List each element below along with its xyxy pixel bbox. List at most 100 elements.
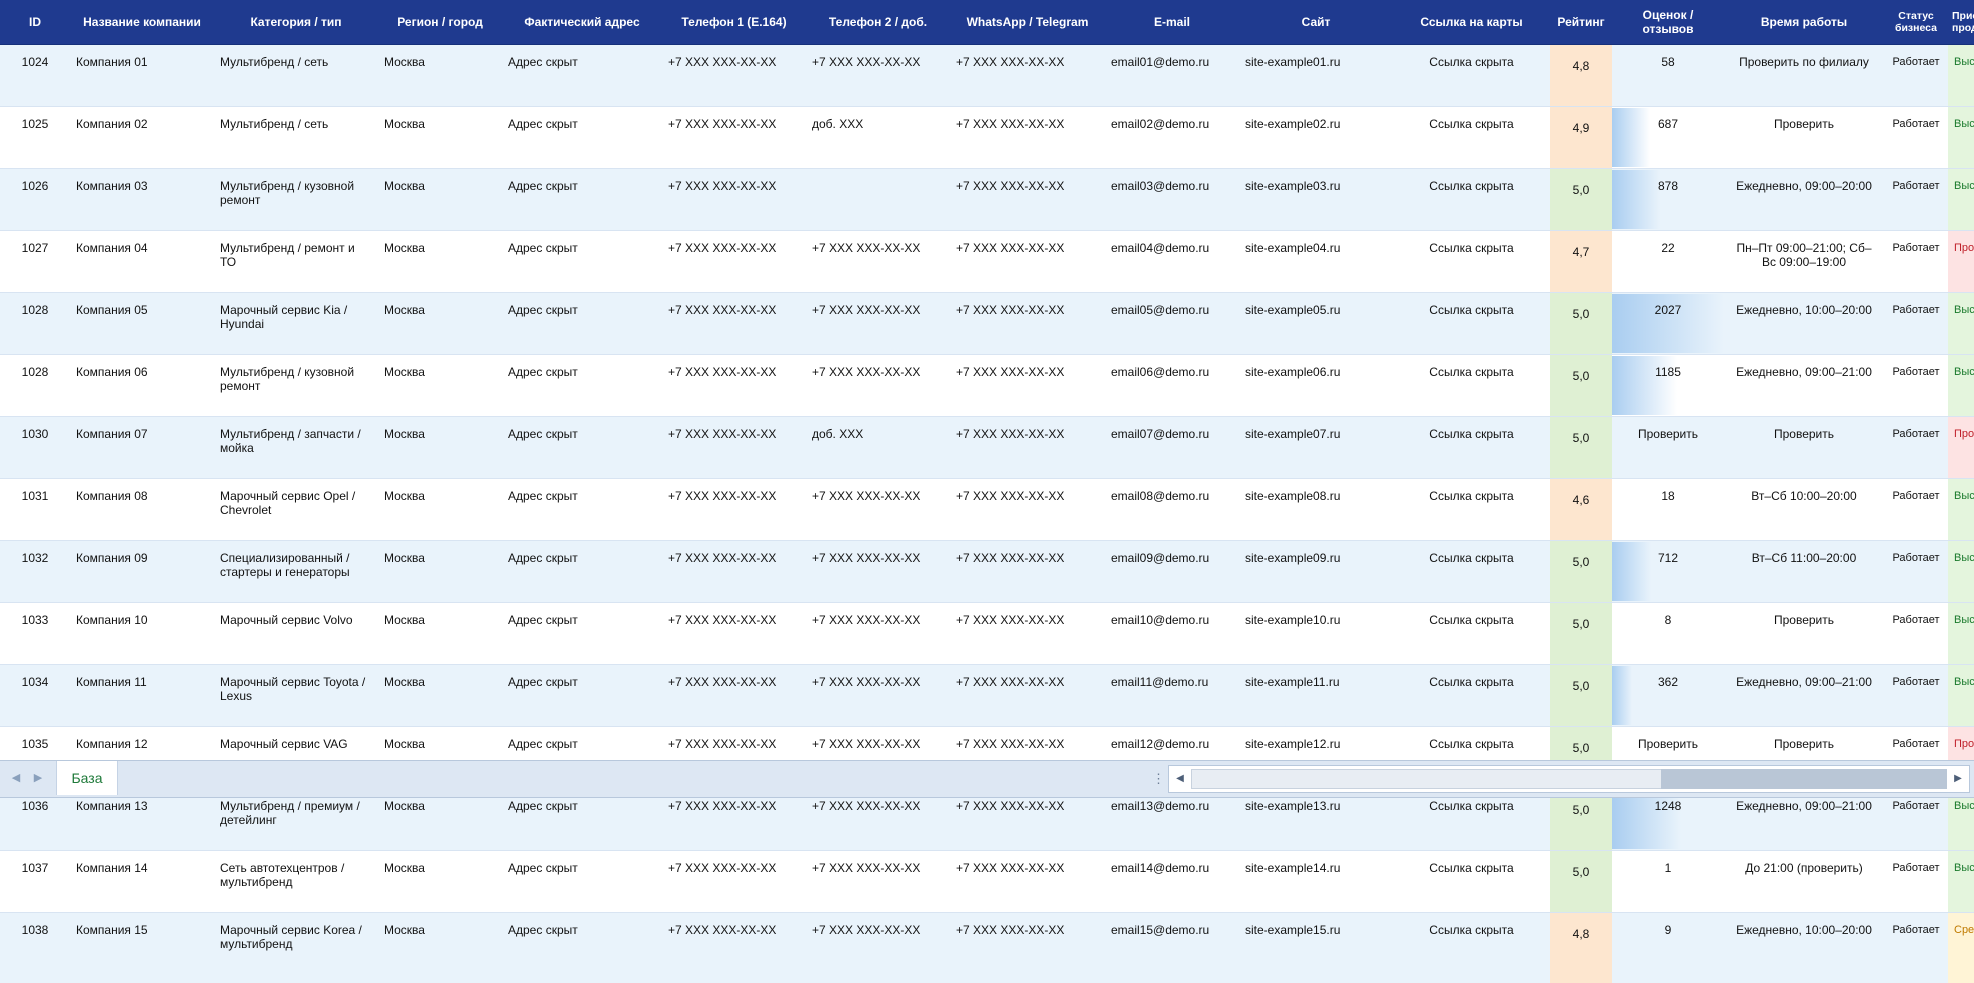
cell-priority[interactable]: Высокий: [1948, 603, 1974, 665]
table-row[interactable]: 1028Компания 05Марочный сервис Kia / Hyu…: [0, 293, 1974, 355]
cell-status[interactable]: Работает: [1884, 45, 1948, 107]
table-row[interactable]: 1024Компания 01Мультибренд / сетьМоскваА…: [0, 45, 1974, 107]
cell-region[interactable]: Москва: [378, 417, 502, 479]
cell-reviews[interactable]: 878: [1612, 169, 1724, 231]
cell-rating[interactable]: 5,0: [1550, 851, 1612, 913]
cell-hours[interactable]: Ежедневно, 09:00–21:00: [1724, 355, 1884, 417]
cell-status[interactable]: Работает: [1884, 479, 1948, 541]
cell-messenger[interactable]: +7 XXX XXX-XX-XX: [950, 851, 1105, 913]
col-header-site[interactable]: Сайт: [1239, 0, 1393, 45]
cell-map[interactable]: Ссылка скрыта: [1393, 913, 1550, 983]
cell-site[interactable]: site-example08.ru: [1239, 479, 1393, 541]
cell-phone2[interactable]: +7 XXX XXX-XX-XX: [806, 603, 950, 665]
table-row[interactable]: 1026Компания 03Мультибренд / кузовной ре…: [0, 169, 1974, 231]
cell-phone2[interactable]: доб. XXX: [806, 107, 950, 169]
cell-priority[interactable]: Высокий: [1948, 293, 1974, 355]
cell-hours[interactable]: До 21:00 (проверить): [1724, 851, 1884, 913]
cell-phone1[interactable]: +7 XXX XXX-XX-XX: [662, 169, 806, 231]
cell-priority[interactable]: Высокий: [1948, 541, 1974, 603]
cell-region[interactable]: Москва: [378, 107, 502, 169]
cell-address[interactable]: Адрес скрыт: [502, 665, 662, 727]
cell-messenger[interactable]: +7 XXX XXX-XX-XX: [950, 603, 1105, 665]
cell-reviews[interactable]: 712: [1612, 541, 1724, 603]
cell-rating[interactable]: 4,8: [1550, 913, 1612, 983]
cell-name[interactable]: Компания 04: [70, 231, 214, 293]
cell-phone1[interactable]: +7 XXX XXX-XX-XX: [662, 913, 806, 983]
cell-hours[interactable]: Проверить: [1724, 603, 1884, 665]
cell-id[interactable]: 1030: [0, 417, 70, 479]
cell-phone2[interactable]: +7 XXX XXX-XX-XX: [806, 479, 950, 541]
cell-map[interactable]: Ссылка скрыта: [1393, 355, 1550, 417]
cell-messenger[interactable]: +7 XXX XXX-XX-XX: [950, 45, 1105, 107]
col-header-phone2[interactable]: Телефон 2 / доб.: [806, 0, 950, 45]
cell-status[interactable]: Работает: [1884, 913, 1948, 983]
cell-phone2[interactable]: +7 XXX XXX-XX-XX: [806, 541, 950, 603]
cell-phone1[interactable]: +7 XXX XXX-XX-XX: [662, 355, 806, 417]
cell-address[interactable]: Адрес скрыт: [502, 107, 662, 169]
cell-address[interactable]: Адрес скрыт: [502, 355, 662, 417]
cell-site[interactable]: site-example11.ru: [1239, 665, 1393, 727]
cell-phone1[interactable]: +7 XXX XXX-XX-XX: [662, 541, 806, 603]
table-row[interactable]: 1031Компания 08Марочный сервис Opel / Ch…: [0, 479, 1974, 541]
cell-messenger[interactable]: +7 XXX XXX-XX-XX: [950, 107, 1105, 169]
cell-map[interactable]: Ссылка скрыта: [1393, 169, 1550, 231]
cell-phone2[interactable]: +7 XXX XXX-XX-XX: [806, 851, 950, 913]
cell-category[interactable]: Мультибренд / запчасти / мойка: [214, 417, 378, 479]
cell-reviews[interactable]: 1: [1612, 851, 1724, 913]
cell-priority[interactable]: Средний: [1948, 913, 1974, 983]
col-header-rating[interactable]: Рейтинг: [1550, 0, 1612, 45]
cell-priority[interactable]: Высокий: [1948, 107, 1974, 169]
cell-phone1[interactable]: +7 XXX XXX-XX-XX: [662, 293, 806, 355]
cell-phone2[interactable]: доб. XXX: [806, 417, 950, 479]
arrow-left-icon[interactable]: ◀: [1172, 771, 1188, 787]
cell-reviews[interactable]: 8: [1612, 603, 1724, 665]
cell-map[interactable]: Ссылка скрыта: [1393, 107, 1550, 169]
cell-site[interactable]: site-example01.ru: [1239, 45, 1393, 107]
cell-name[interactable]: Компания 11: [70, 665, 214, 727]
cell-reviews[interactable]: 18: [1612, 479, 1724, 541]
col-header-address[interactable]: Фактический адрес: [502, 0, 662, 45]
cell-site[interactable]: site-example15.ru: [1239, 913, 1393, 983]
cell-id[interactable]: 1025: [0, 107, 70, 169]
cell-address[interactable]: Адрес скрыт: [502, 541, 662, 603]
cell-messenger[interactable]: +7 XXX XXX-XX-XX: [950, 231, 1105, 293]
cell-address[interactable]: Адрес скрыт: [502, 479, 662, 541]
cell-priority[interactable]: Проверить: [1948, 417, 1974, 479]
table-row[interactable]: 1028Компания 06Мультибренд / кузовной ре…: [0, 355, 1974, 417]
cell-priority[interactable]: Высокий: [1948, 45, 1974, 107]
cell-name[interactable]: Компания 14: [70, 851, 214, 913]
cell-reviews[interactable]: 22: [1612, 231, 1724, 293]
cell-email[interactable]: email10@demo.ru: [1105, 603, 1239, 665]
cell-id[interactable]: 1026: [0, 169, 70, 231]
cell-hours[interactable]: Вт–Сб 11:00–20:00: [1724, 541, 1884, 603]
cell-messenger[interactable]: +7 XXX XXX-XX-XX: [950, 169, 1105, 231]
cell-map[interactable]: Ссылка скрыта: [1393, 231, 1550, 293]
cell-region[interactable]: Москва: [378, 293, 502, 355]
triangle-left-icon[interactable]: ◀: [10, 771, 22, 785]
cell-status[interactable]: Работает: [1884, 169, 1948, 231]
cell-address[interactable]: Адрес скрыт: [502, 231, 662, 293]
cell-hours[interactable]: Вт–Сб 10:00–20:00: [1724, 479, 1884, 541]
cell-rating[interactable]: 5,0: [1550, 293, 1612, 355]
cell-map[interactable]: Ссылка скрыта: [1393, 417, 1550, 479]
cell-status[interactable]: Работает: [1884, 417, 1948, 479]
table-row[interactable]: 1034Компания 11Марочный сервис Toyota / …: [0, 665, 1974, 727]
cell-status[interactable]: Работает: [1884, 665, 1948, 727]
vertical-dots-icon[interactable]: ⋮: [1152, 771, 1165, 787]
cell-phone1[interactable]: +7 XXX XXX-XX-XX: [662, 45, 806, 107]
cell-name[interactable]: Компания 03: [70, 169, 214, 231]
col-header-id[interactable]: ID: [0, 0, 70, 45]
col-header-name[interactable]: Название компании: [70, 0, 214, 45]
cell-status[interactable]: Работает: [1884, 293, 1948, 355]
cell-region[interactable]: Москва: [378, 541, 502, 603]
cell-name[interactable]: Компания 06: [70, 355, 214, 417]
cell-phone2[interactable]: +7 XXX XXX-XX-XX: [806, 665, 950, 727]
cell-email[interactable]: email02@demo.ru: [1105, 107, 1239, 169]
cell-email[interactable]: email14@demo.ru: [1105, 851, 1239, 913]
cell-messenger[interactable]: +7 XXX XXX-XX-XX: [950, 541, 1105, 603]
cell-email[interactable]: email03@demo.ru: [1105, 169, 1239, 231]
cell-site[interactable]: site-example04.ru: [1239, 231, 1393, 293]
cell-name[interactable]: Компания 08: [70, 479, 214, 541]
cell-map[interactable]: Ссылка скрыта: [1393, 293, 1550, 355]
cell-phone2[interactable]: [806, 169, 950, 231]
